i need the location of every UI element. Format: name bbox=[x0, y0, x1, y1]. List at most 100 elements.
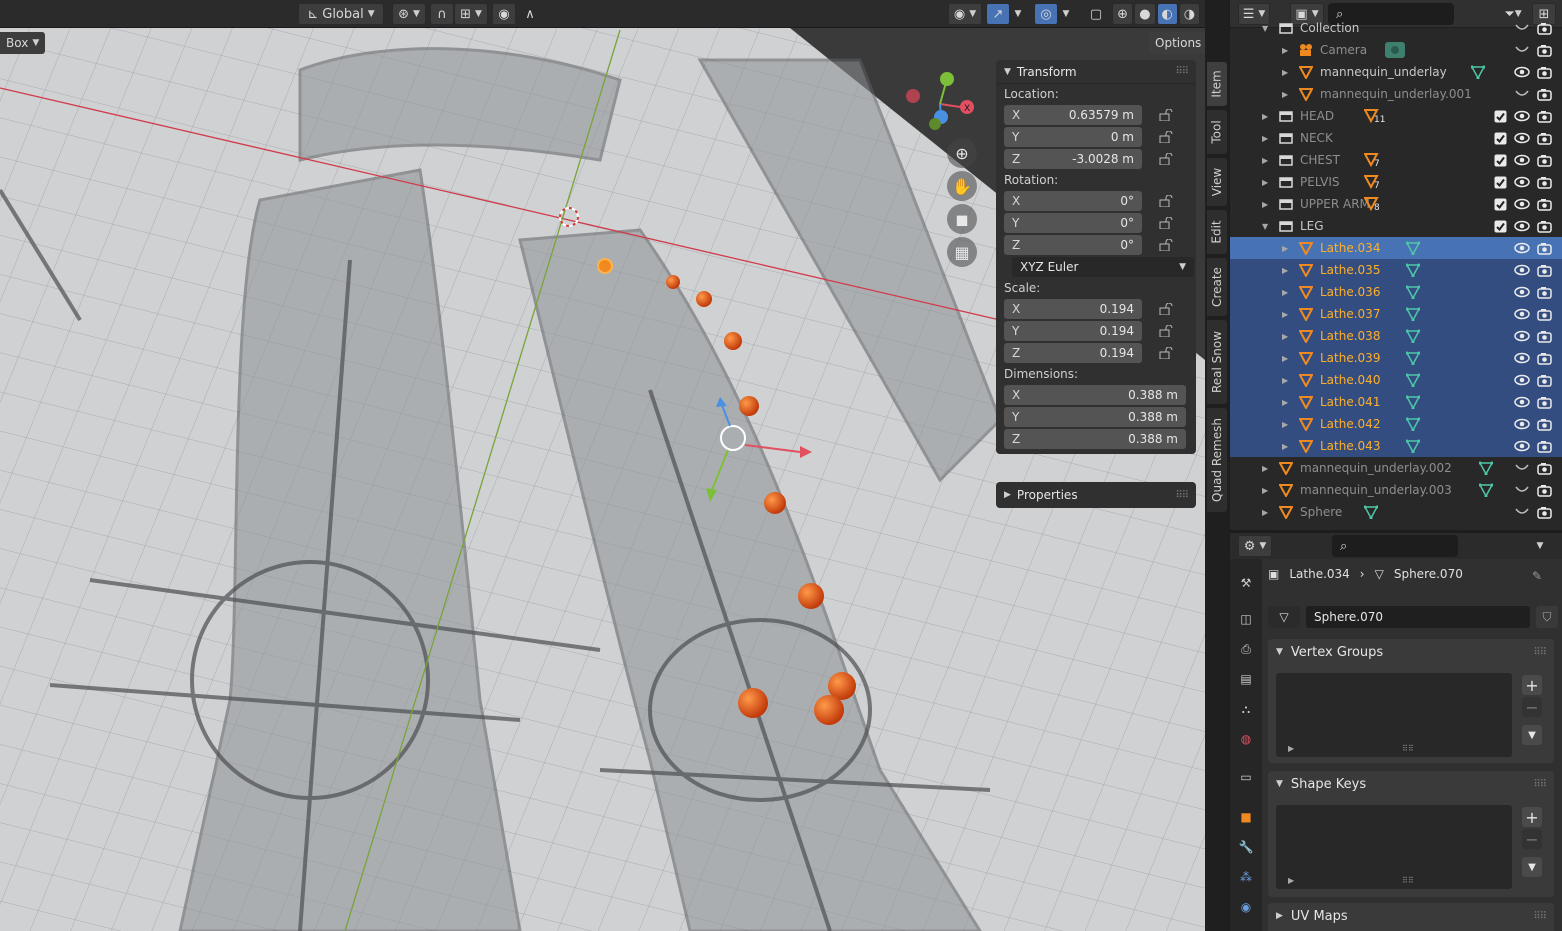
eye-visibility-icon[interactable] bbox=[1514, 196, 1530, 212]
scale-x-field[interactable]: X 0.194 bbox=[1004, 299, 1142, 319]
rendered-shading-button[interactable]: ◑ bbox=[1178, 3, 1200, 25]
camera-data-icon[interactable] bbox=[1384, 42, 1406, 58]
lock-icon[interactable] bbox=[1158, 130, 1174, 144]
tab-world[interactable]: ◍ bbox=[1234, 727, 1258, 751]
eye-visibility-icon[interactable] bbox=[1514, 372, 1530, 388]
disclosure-collapsed-icon[interactable]: ▶ bbox=[1262, 464, 1268, 473]
orientation-dropdown[interactable]: ⊾ Global ▼ bbox=[298, 3, 384, 25]
remove-shape-key-button[interactable]: − bbox=[1522, 829, 1542, 849]
render-camera-icon[interactable] bbox=[1536, 438, 1552, 454]
render-camera-icon[interactable] bbox=[1536, 196, 1552, 212]
disclosure-collapsed-icon[interactable]: ▶ bbox=[1282, 354, 1288, 363]
rotation-mode-select[interactable]: XYZ Euler ▼ bbox=[1012, 257, 1194, 277]
outliner-row[interactable]: ▶ mannequin_underlay.001 bbox=[1230, 83, 1562, 105]
render-camera-icon[interactable] bbox=[1536, 240, 1552, 256]
selectable-toggle-icon[interactable] bbox=[1514, 460, 1530, 476]
disclosure-collapsed-icon[interactable]: ▶ bbox=[1262, 156, 1268, 165]
mesh-data-icon[interactable] bbox=[1405, 372, 1421, 388]
mesh-data-icon[interactable] bbox=[1478, 482, 1494, 498]
outliner-row[interactable]: ▶ NECK bbox=[1230, 127, 1562, 149]
tab-tool-settings[interactable]: ⚒ bbox=[1234, 571, 1258, 595]
drag-grip-icon[interactable]: ⠿⠿ bbox=[1533, 911, 1547, 922]
mesh-data-icon[interactable] bbox=[1405, 350, 1421, 366]
outliner-row[interactable]: ▶ Camera bbox=[1230, 39, 1562, 61]
properties-panel-header[interactable]: ▶ Properties ⠿⠿ bbox=[996, 482, 1196, 508]
rotation-y-field[interactable]: Y 0° bbox=[1004, 213, 1142, 233]
outliner-row[interactable]: ▼ Collection bbox=[1230, 17, 1562, 39]
outliner-row[interactable]: ▶ Lathe.042 bbox=[1230, 413, 1562, 435]
disclosure-collapsed-icon[interactable]: ▶ bbox=[1282, 376, 1288, 385]
render-camera-icon[interactable] bbox=[1536, 482, 1552, 498]
perspective-toggle-button[interactable]: ▦ bbox=[947, 237, 977, 267]
outliner-row[interactable]: ▶ PELVIS 7 bbox=[1230, 171, 1562, 193]
exclude-checkbox[interactable] bbox=[1492, 174, 1508, 190]
exclude-checkbox[interactable] bbox=[1492, 152, 1508, 168]
disclosure-collapsed-icon[interactable]: ▶ bbox=[1262, 178, 1268, 187]
tab-render[interactable]: ◫ bbox=[1234, 607, 1258, 631]
disclosure-collapsed-icon[interactable]: ▶ bbox=[1282, 46, 1288, 55]
add-shape-key-button[interactable]: + bbox=[1522, 807, 1542, 827]
tab-tool[interactable]: Tool bbox=[1207, 110, 1227, 154]
disclosure-expanded-icon[interactable]: ▼ bbox=[1262, 24, 1268, 33]
snap-toggle-button[interactable]: ∩ bbox=[430, 3, 454, 25]
scale-y-field[interactable]: Y 0.194 bbox=[1004, 321, 1142, 341]
eye-visibility-icon[interactable] bbox=[1514, 438, 1530, 454]
rotation-x-field[interactable]: X 0° bbox=[1004, 191, 1142, 211]
exclude-checkbox[interactable] bbox=[1492, 196, 1508, 212]
uv-maps-header[interactable]: ▶ UV Maps ⠿⠿ bbox=[1268, 903, 1554, 929]
tab-quad-remesh[interactable]: Quad Remesh bbox=[1207, 408, 1227, 512]
tab-collection[interactable]: ▭ bbox=[1234, 765, 1258, 789]
tab-particles[interactable]: ⁂ bbox=[1234, 865, 1258, 889]
render-camera-icon[interactable] bbox=[1536, 306, 1552, 322]
disclosure-collapsed-icon[interactable]: ▶ bbox=[1262, 486, 1268, 495]
selectable-toggle-icon[interactable] bbox=[1514, 86, 1530, 102]
mesh-data-icon[interactable] bbox=[1405, 416, 1421, 432]
selectable-toggle-icon[interactable] bbox=[1514, 504, 1530, 520]
outliner-row[interactable]: ▶ CHEST 7 bbox=[1230, 149, 1562, 171]
render-camera-icon[interactable] bbox=[1536, 262, 1552, 278]
outliner-row[interactable]: ▶ Lathe.035 bbox=[1230, 259, 1562, 281]
mesh-data-icon[interactable] bbox=[1405, 328, 1421, 344]
location-y-field[interactable]: Y0 m bbox=[1004, 127, 1142, 147]
eye-visibility-icon[interactable] bbox=[1514, 240, 1530, 256]
outliner-row[interactable]: ▶ Lathe.037 bbox=[1230, 303, 1562, 325]
drag-grip-icon[interactable]: ⠿⠿ bbox=[1533, 779, 1547, 790]
camera-view-button[interactable]: ◼ bbox=[947, 204, 977, 234]
selectable-toggle-icon[interactable] bbox=[1514, 20, 1530, 36]
tab-edit[interactable]: Edit bbox=[1207, 210, 1227, 254]
disclosure-collapsed-icon[interactable]: ▶ bbox=[1282, 266, 1288, 275]
render-camera-icon[interactable] bbox=[1536, 416, 1552, 432]
gizmo-toggle-button[interactable]: ↗ bbox=[986, 3, 1010, 25]
mesh-data-icon[interactable] bbox=[1405, 306, 1421, 322]
eye-visibility-icon[interactable] bbox=[1514, 64, 1530, 80]
options-dropdown[interactable]: ▼ bbox=[1530, 535, 1550, 557]
disclosure-collapsed-icon[interactable]: ▶ bbox=[1262, 112, 1268, 121]
visibility-dropdown[interactable]: ◉ ▼ bbox=[948, 3, 982, 25]
render-camera-icon[interactable] bbox=[1536, 42, 1552, 58]
overlays-dropdown[interactable]: ▼ bbox=[1058, 3, 1074, 25]
outliner-row[interactable]: ▶ Lathe.038 bbox=[1230, 325, 1562, 347]
disclosure-collapsed-icon[interactable]: ▶ bbox=[1282, 90, 1288, 99]
tab-create[interactable]: Create bbox=[1207, 258, 1227, 316]
xray-toggle-button[interactable]: ▢ bbox=[1084, 3, 1108, 25]
mesh-data-icon[interactable] bbox=[1405, 394, 1421, 410]
tab-item[interactable]: Item bbox=[1207, 62, 1227, 106]
mesh-data-icon[interactable] bbox=[1405, 240, 1421, 256]
outliner-row[interactable]: ▶ Lathe.034 bbox=[1230, 237, 1562, 259]
eye-visibility-icon[interactable] bbox=[1514, 130, 1530, 146]
disclosure-collapsed-icon[interactable]: ▶ bbox=[1282, 288, 1288, 297]
lock-icon[interactable] bbox=[1158, 194, 1174, 208]
eye-visibility-icon[interactable] bbox=[1514, 152, 1530, 168]
properties-search-input[interactable]: ⌕ bbox=[1332, 535, 1458, 557]
pan-button[interactable]: ✋ bbox=[947, 171, 977, 201]
disclosure-collapsed-icon[interactable]: ▶ bbox=[1262, 508, 1268, 517]
dimensions-z-field[interactable]: Z 0.388 m bbox=[1004, 429, 1186, 449]
disclosure-collapsed-icon[interactable]: ▶ bbox=[1282, 244, 1288, 253]
wireframe-shading-button[interactable]: ⊕ bbox=[1112, 3, 1134, 25]
fake-user-shield-button[interactable]: ⛉ bbox=[1536, 606, 1558, 628]
lock-icon[interactable] bbox=[1158, 346, 1174, 360]
selectable-toggle-icon[interactable] bbox=[1514, 42, 1530, 58]
select-mode-dropdown[interactable]: Box ▼ bbox=[0, 32, 46, 54]
outliner-row[interactable]: ▶ mannequin_underlay.002 bbox=[1230, 457, 1562, 479]
outliner-row[interactable]: ▶ Lathe.040 bbox=[1230, 369, 1562, 391]
